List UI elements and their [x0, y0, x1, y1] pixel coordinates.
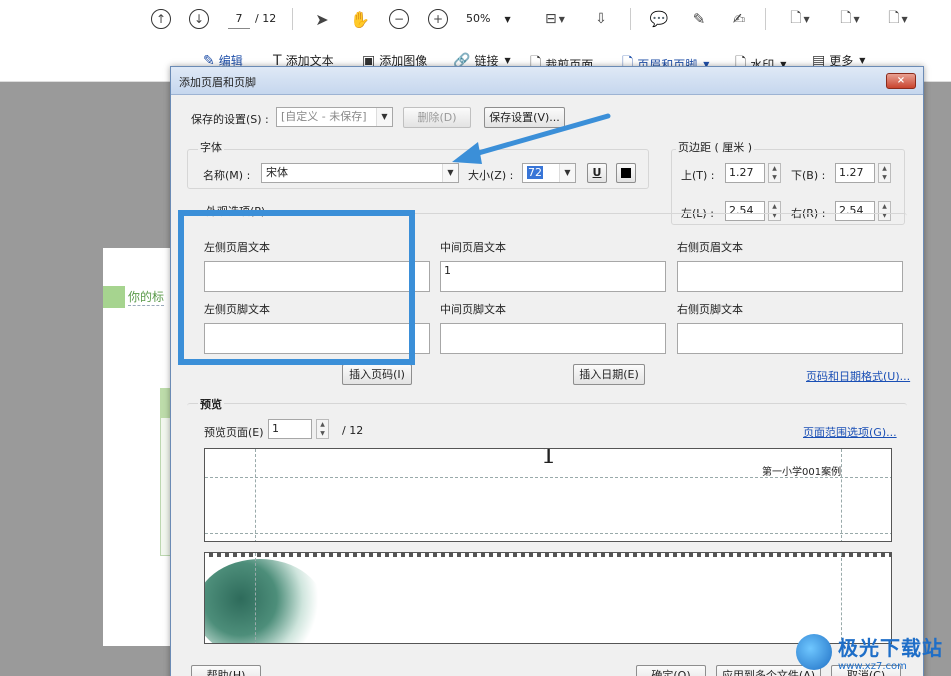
page-fit-icon[interactable]: ⊟ ▼	[540, 8, 570, 30]
font-name-select[interactable]: 宋体 ▼	[261, 163, 459, 183]
highlight-pen-icon[interactable]: ✎	[688, 8, 710, 30]
chevron-down-icon: ▼	[558, 14, 565, 24]
page-title-text: 你的标	[128, 290, 165, 306]
divider	[630, 8, 631, 30]
zoom-value: 50%	[466, 12, 491, 25]
page-up-icon[interactable]: ↑	[151, 9, 171, 29]
margin-guide	[205, 533, 891, 534]
top-toolbar: ↑ ↓ 7 / 12 ➤ ✋ − + 50% ▼ ⊟ ▼ ⇩ 💬 ✎ ✍ 🗋 ▼ 🗋 ▼…	[0, 0, 951, 38]
zoom-select[interactable]: 50% ▼	[466, 9, 520, 29]
insert-page-number-button[interactable]: 插入页码(I)	[342, 364, 412, 385]
margin-top-input[interactable]: 1.27	[725, 163, 765, 183]
page-preview	[204, 552, 892, 644]
preview-page-input[interactable]: 1	[268, 419, 312, 439]
chevron-down-icon: ▼	[853, 14, 860, 24]
preview-header-text: 第一小学001案例	[762, 467, 842, 478]
center-header-label: 中间页眉文本	[440, 241, 506, 254]
dialog-title: 添加页眉和页脚	[179, 76, 256, 89]
watermark-site-name: 极光下载站	[838, 636, 943, 660]
document-icon[interactable]: 🗋 ▼	[784, 8, 816, 30]
page-total: / 12	[255, 12, 277, 25]
preview-header-number: 1	[541, 448, 557, 469]
font-name-value: 宋体	[266, 166, 288, 179]
divider	[292, 8, 293, 30]
color-swatch-icon	[621, 168, 631, 178]
annotation-arrow-icon	[452, 113, 611, 164]
chevron-down-icon: ▼	[859, 56, 866, 65]
comment-icon[interactable]: 💬	[648, 8, 670, 30]
center-footer-label: 中间页脚文本	[440, 303, 506, 316]
margin-top-label: 上(T) :	[681, 169, 715, 182]
chevron-down-icon: ▼	[504, 56, 511, 65]
preview-page-total: / 12	[342, 424, 364, 437]
saved-settings-value: [自定义 - 未保存]	[281, 110, 367, 123]
chevron-down-icon: ▼	[504, 15, 511, 24]
page-date-format-link[interactable]: 页码和日期格式(U)...	[806, 368, 910, 384]
page-number-input[interactable]: 7	[228, 9, 250, 29]
page-decoration	[103, 286, 125, 308]
torn-edge	[205, 553, 891, 557]
font-name-label: 名称(M) :	[203, 169, 251, 182]
right-footer-input[interactable]	[677, 323, 903, 354]
margin-group-label: 页边距 ( 厘米 )	[676, 139, 755, 155]
help-button[interactable]: 帮助(H)	[191, 665, 261, 676]
font-size-label: 大小(Z) :	[468, 169, 514, 182]
document-more-icon[interactable]: 🗋 ▼	[882, 8, 914, 30]
margin-bottom-label: 下(B) :	[791, 169, 826, 182]
margin-guide	[841, 449, 842, 541]
chevron-down-icon: ▼	[803, 14, 810, 24]
margin-guide	[255, 449, 256, 541]
saved-settings-select[interactable]: [自定义 - 未保存] ▼	[276, 107, 393, 127]
divider	[765, 8, 766, 30]
document-settings-icon[interactable]: 🗋 ▼	[834, 8, 866, 30]
preview-image	[205, 559, 325, 643]
preview-page-stepper[interactable]: ▲ ▼	[316, 419, 329, 439]
margin-bottom-input[interactable]: 1.27	[835, 163, 875, 183]
zoom-in-icon[interactable]: +	[428, 9, 448, 29]
saved-settings-label: 保存的设置(S) :	[191, 113, 269, 126]
center-header-input[interactable]: 1	[440, 261, 666, 292]
page-down-icon[interactable]: ↓	[189, 9, 209, 29]
right-header-label: 右侧页眉文本	[677, 241, 743, 254]
select-cursor-icon[interactable]: ➤	[313, 8, 331, 30]
close-button[interactable]: ×	[886, 73, 916, 89]
hand-tool-icon[interactable]: ✋	[349, 8, 371, 30]
annotation-highlight-box	[178, 210, 415, 365]
header-preview: 1 第一小学001案例	[204, 448, 892, 542]
margin-guide	[841, 553, 842, 643]
center-footer-input[interactable]	[440, 323, 666, 354]
chevron-down-icon: ▼	[901, 14, 908, 24]
scroll-mode-icon[interactable]: ⇩	[590, 8, 612, 30]
preview-group-label: 预览	[198, 396, 224, 412]
right-header-input[interactable]	[677, 261, 903, 292]
margin-bottom-stepper[interactable]: ▲ ▼	[878, 163, 891, 183]
preview-page-label: 预览页面(E)	[204, 426, 264, 439]
margin-top-stepper[interactable]: ▲ ▼	[768, 163, 781, 183]
ok-button[interactable]: 确定(O)	[636, 665, 706, 676]
chevron-down-icon: ▼	[376, 108, 392, 126]
insert-date-button[interactable]: 插入日期(E)	[573, 364, 645, 385]
watermark-url: www.xz7.com	[838, 661, 907, 672]
right-footer-label: 右侧页脚文本	[677, 303, 743, 316]
sign-icon[interactable]: ✍	[728, 8, 750, 30]
font-group-label: 字体	[198, 139, 224, 155]
page-range-options-link[interactable]: 页面范围选项(G)...	[803, 424, 897, 440]
margin-guide	[255, 553, 256, 643]
site-watermark: 极光下载站 www.xz7.com	[796, 632, 943, 672]
dialog-titlebar: 添加页眉和页脚 ×	[171, 67, 923, 95]
zoom-out-icon[interactable]: −	[389, 9, 409, 29]
watermark-logo-icon	[796, 634, 832, 670]
